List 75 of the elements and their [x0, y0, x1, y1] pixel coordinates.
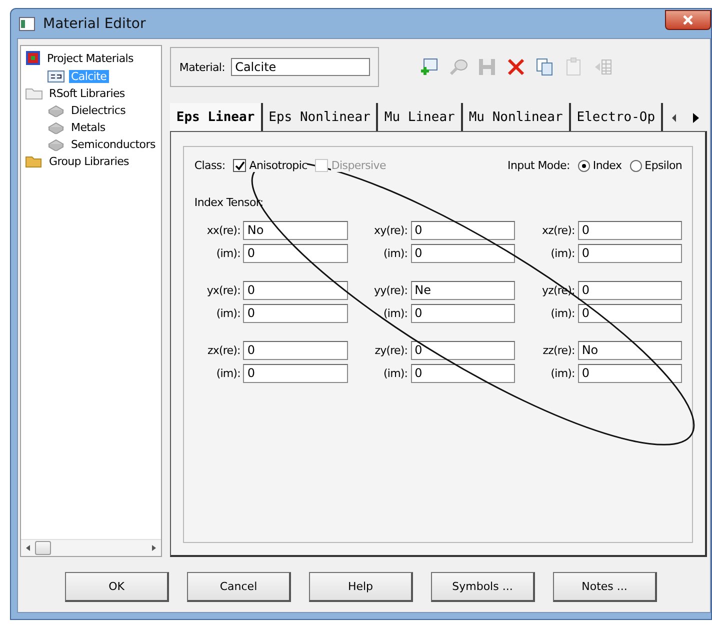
- left-arrow-icon: [671, 113, 678, 123]
- component-label: xx(re):: [206, 224, 240, 237]
- component-label: zz(re):: [542, 344, 575, 357]
- component-label: (im):: [215, 367, 240, 380]
- tree-item[interactable]: Project Materials: [45, 52, 136, 64]
- tree-item[interactable]: Semiconductors: [69, 138, 158, 150]
- tree-item[interactable]: RSoft Libraries: [47, 86, 127, 100]
- dialog-button[interactable]: Help: [309, 572, 413, 602]
- window-icon: [19, 16, 35, 30]
- input-field[interactable]: 0: [410, 221, 515, 240]
- input-field[interactable]: 0: [410, 364, 515, 383]
- component-label: (im):: [550, 367, 575, 380]
- delete-icon[interactable]: [506, 57, 526, 77]
- dialog-button[interactable]: Cancel: [187, 572, 291, 602]
- component-label: zy(re):: [374, 344, 408, 357]
- tab[interactable]: Eps Linear: [170, 103, 263, 131]
- input-mode-label: Input Mode:: [508, 159, 570, 172]
- input-field[interactable]: No: [243, 221, 348, 240]
- radio-button[interactable]: [578, 160, 590, 172]
- component-label: (im):: [215, 247, 240, 260]
- dialog-button[interactable]: Notes ...: [553, 572, 657, 602]
- component-label: xz(re):: [541, 224, 575, 237]
- component-label: zx(re):: [206, 344, 240, 357]
- scrollbar-thumb[interactable]: [35, 541, 51, 555]
- input-field[interactable]: 0: [578, 281, 682, 300]
- material-label: Material:: [179, 60, 226, 74]
- component-label: (im):: [550, 307, 575, 320]
- tree-item[interactable]: Group Libraries: [47, 154, 131, 168]
- input-field[interactable]: No: [578, 341, 682, 360]
- scrollbar[interactable]: [21, 539, 162, 556]
- tree-item[interactable]: Metals: [69, 120, 108, 134]
- radio-label: Epsilon: [644, 159, 682, 172]
- input-field[interactable]: 0: [410, 304, 515, 323]
- copy-icon[interactable]: [535, 57, 556, 77]
- input-field[interactable]: 0: [243, 364, 348, 383]
- input-field[interactable]: 0: [578, 304, 682, 323]
- component-label: (im):: [550, 247, 575, 260]
- dialog-button[interactable]: Symbols ...: [431, 572, 535, 602]
- folder-icon: [25, 154, 43, 168]
- component-label: (im):: [382, 367, 408, 380]
- input-field[interactable]: 0: [578, 221, 682, 240]
- add-material-icon[interactable]: [419, 57, 440, 77]
- material-field[interactable]: Calcite: [231, 58, 370, 76]
- input-field[interactable]: 0: [243, 341, 348, 360]
- checkbox[interactable]: [233, 159, 246, 172]
- scroll-right-icon[interactable]: [151, 544, 158, 552]
- material-icon: [47, 69, 65, 83]
- window-title: Material Editor: [43, 16, 146, 32]
- radio-button[interactable]: [630, 160, 642, 172]
- input-field[interactable]: Ne: [410, 281, 515, 300]
- tree-item[interactable]: Dielectrics: [69, 104, 128, 116]
- close-button[interactable]: [665, 10, 711, 30]
- input-field[interactable]: 0: [578, 364, 682, 383]
- component-label: (im):: [215, 307, 240, 320]
- folder-icon: [25, 86, 43, 100]
- checkbox-label: Dispersive: [331, 159, 386, 172]
- component-label: (im):: [382, 247, 408, 260]
- checkbox-label: Anisotropic: [249, 159, 308, 172]
- radio-label: Index: [592, 159, 622, 172]
- component-label: xy(re):: [373, 224, 408, 237]
- input-field[interactable]: 0: [243, 244, 348, 263]
- input-field[interactable]: 0: [410, 341, 515, 360]
- component-label: yx(re):: [206, 284, 240, 297]
- dialog-button[interactable]: OK: [65, 572, 169, 602]
- close-icon: [682, 14, 694, 24]
- input-field[interactable]: 0: [410, 244, 515, 263]
- component-label: (im):: [382, 307, 408, 320]
- grid-icon: [25, 50, 41, 66]
- right-arrow-icon: [692, 112, 700, 124]
- scroll-left-icon[interactable]: [25, 544, 31, 552]
- input-field[interactable]: 0: [578, 244, 682, 263]
- class-label: Class:: [194, 159, 226, 172]
- component-label: yy(re):: [373, 284, 408, 297]
- input-field[interactable]: 0: [243, 281, 348, 300]
- input-field[interactable]: 0: [243, 304, 348, 323]
